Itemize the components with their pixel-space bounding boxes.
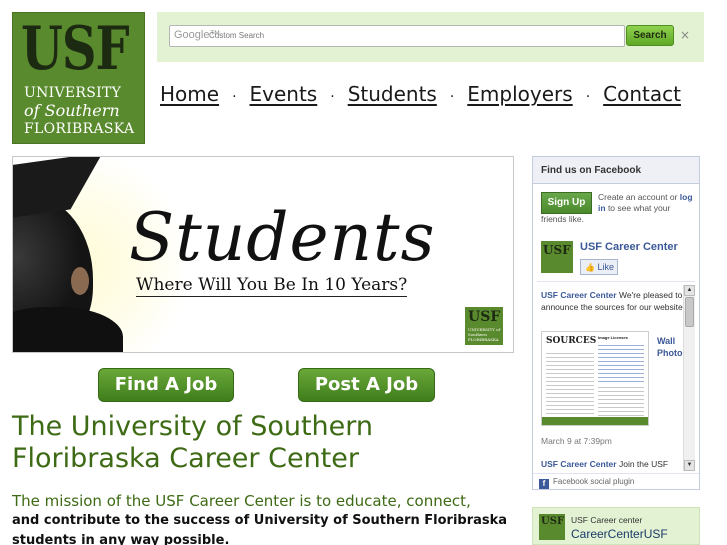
- facebook-widget: Find us on Facebook Sign Up Create an ac…: [532, 156, 700, 490]
- banner-logo-text: UNIVERSITY of Southern FLORIBRASKA: [468, 327, 501, 342]
- facebook-signup-button[interactable]: Sign Up: [541, 192, 592, 214]
- nav-separator: ·: [449, 89, 455, 105]
- usf-logo[interactable]: USF UNIVERSITY of Southern FLORIBRASKA: [12, 12, 145, 144]
- facebook-like-label: Like: [597, 262, 614, 272]
- facebook-post-author-link[interactable]: USF Career Center: [541, 290, 617, 300]
- search-button[interactable]: Search: [626, 25, 674, 46]
- banner-subtitle: Where Will You Be In 10 Years?: [136, 275, 408, 297]
- post-image-subtitle: Image Licenses: [598, 335, 628, 340]
- search-placeholder: Custom Search: [209, 31, 265, 40]
- scroll-up-arrow-icon[interactable]: ▲: [684, 285, 695, 296]
- twitter-avatar: USF: [539, 514, 565, 540]
- nav-contact[interactable]: Contact: [603, 82, 681, 106]
- facebook-icon: f: [539, 479, 549, 489]
- facebook-create-text: Create an account or: [598, 192, 678, 202]
- post-image-footer: [542, 417, 648, 425]
- facebook-like-button[interactable]: 👍 Like: [580, 259, 618, 275]
- post-image-link-lines: [598, 342, 644, 382]
- nav-separator: ·: [330, 89, 335, 105]
- facebook-page-avatar-text: USF: [543, 243, 571, 257]
- facebook-post-2: USF Career Center Join the USF: [541, 459, 685, 469]
- facebook-wall-photo-link[interactable]: Wall Photo: [657, 335, 685, 359]
- facebook-post-2-text: Join the USF: [618, 459, 669, 469]
- facebook-post-date[interactable]: March 9 at 7:39pm: [541, 436, 612, 446]
- main-nav: Home · Events · Students · Employers · C…: [160, 82, 681, 106]
- facebook-create-rest: to see what your: [607, 203, 671, 213]
- facebook-friends-text: friends like.: [541, 214, 584, 224]
- search-bar: Google™ Custom Search Search ×: [157, 12, 704, 62]
- mission-line-2: and contribute to the success of Univers…: [12, 513, 508, 545]
- twitter-box[interactable]: USF USF Career center CareerCenterUSF: [532, 507, 700, 545]
- nav-separator: ·: [232, 89, 237, 105]
- twitter-avatar-text: USF: [541, 516, 565, 527]
- search-input[interactable]: Google™ Custom Search: [169, 25, 625, 47]
- scroll-down-arrow-icon[interactable]: ▼: [684, 460, 695, 471]
- post-image-title: SOURCES: [546, 336, 597, 346]
- facebook-page-avatar[interactable]: USF: [541, 241, 573, 273]
- nav-employers[interactable]: Employers: [467, 82, 572, 106]
- nav-home[interactable]: Home: [160, 82, 219, 106]
- banner-title: Students: [129, 199, 436, 276]
- clear-search-icon[interactable]: ×: [680, 28, 690, 42]
- mission-line-1: The mission of the USF Career Center is …: [12, 492, 471, 510]
- facebook-page-name-link[interactable]: USF Career Center: [580, 241, 678, 253]
- facebook-widget-header: Find us on Facebook: [533, 157, 699, 184]
- students-banner: Students Where Will You Be In 10 Years? …: [12, 156, 514, 353]
- nav-separator: ·: [585, 89, 591, 105]
- find-a-job-button[interactable]: Find A Job: [98, 368, 234, 402]
- scrollbar-thumb[interactable]: [685, 297, 694, 327]
- graduate-ear-image: [71, 267, 89, 295]
- twitter-label: USF Career center: [571, 515, 643, 525]
- nav-events[interactable]: Events: [250, 82, 318, 106]
- facebook-post: USF Career Center We're pleased to annou…: [541, 289, 685, 313]
- facebook-post-image[interactable]: SOURCES Image Licenses: [541, 331, 649, 426]
- post-image-text-lines: [546, 350, 594, 416]
- facebook-scrollbar[interactable]: ▲ ▼: [683, 285, 695, 471]
- facebook-divider: [537, 281, 695, 282]
- facebook-plugin-footer-text: Facebook social plugin: [553, 477, 635, 486]
- banner-logo-abbr: USF: [468, 309, 501, 325]
- facebook-stream[interactable]: USF Career Center We're pleased to annou…: [537, 285, 685, 471]
- post-a-job-button[interactable]: Post A Job: [298, 368, 435, 402]
- facebook-plugin-footer[interactable]: f Facebook social plugin: [533, 473, 699, 489]
- logo-abbr: USF: [21, 14, 130, 84]
- facebook-post-2-author-link[interactable]: USF Career Center: [541, 459, 617, 469]
- mission-statement: The mission of the USF Career Center is …: [12, 491, 512, 545]
- post-image-text-lines-2: [598, 384, 644, 416]
- logo-line-university: UNIVERSITY: [24, 85, 122, 101]
- page-title: The University of Southern Floribraska C…: [12, 411, 374, 474]
- logo-line-floribraska: FLORIBRASKA: [24, 121, 135, 137]
- facebook-create-account-text: Create an account or log in to see what …: [598, 192, 698, 214]
- logo-line-of-southern: of Southern: [24, 101, 120, 120]
- thumbs-up-icon: 👍: [585, 263, 595, 272]
- twitter-handle-link[interactable]: CareerCenterUSF: [571, 527, 668, 541]
- nav-students[interactable]: Students: [348, 82, 437, 106]
- banner-usf-logo: USF UNIVERSITY of Southern FLORIBRASKA: [465, 307, 503, 345]
